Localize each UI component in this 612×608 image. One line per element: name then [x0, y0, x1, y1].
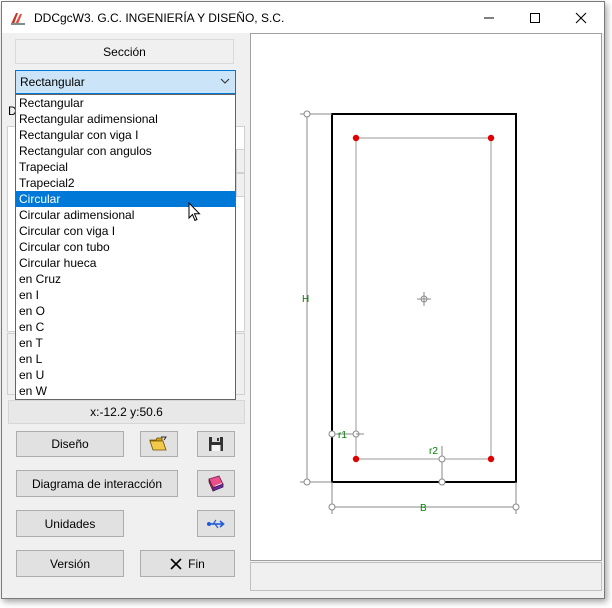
dropdown-item[interactable]: Circular hueca	[16, 255, 235, 271]
dropdown-item[interactable]: Rectangular adimensional	[16, 111, 235, 127]
book-icon	[208, 475, 224, 492]
dropdown-item[interactable]: Circular	[16, 191, 235, 207]
section-drawing-canvas[interactable]: H B r1 r2	[250, 33, 602, 561]
title-bar: DDCgcW3. G.C. INGENIERÍA Y DISEÑO, S.C.	[2, 2, 604, 33]
combo-value: Rectangular	[20, 75, 85, 89]
dropdown-item[interactable]: en T	[16, 335, 235, 351]
dimension-r2	[438, 446, 446, 486]
save-button[interactable]	[197, 431, 235, 457]
floppy-save-icon	[209, 437, 223, 451]
label-h: H	[302, 294, 309, 305]
book-button[interactable]	[197, 470, 235, 497]
section-dropdown-list[interactable]: Rectangular Rectangular adimensional Recta…	[15, 94, 236, 400]
open-folder-icon	[149, 436, 167, 451]
section-header: Sección	[15, 39, 234, 64]
window-title: DDCgcW3. G.C. INGENIERÍA Y DISEÑO, S.C.	[34, 10, 285, 25]
minimize-icon	[484, 17, 494, 18]
open-button[interactable]	[140, 431, 178, 457]
maximize-button[interactable]	[512, 2, 558, 33]
x-close-icon	[170, 557, 182, 570]
section-drawing: H B r1 r2	[300, 110, 520, 514]
fin-label: Fin	[188, 556, 205, 571]
app-window: DDCgcW3. G.C. INGENIERÍA Y DISEÑO, S.C. …	[1, 1, 605, 599]
label-r1: r1	[338, 430, 347, 441]
label-r2: r2	[429, 446, 438, 457]
rebar-top-left	[352, 134, 360, 142]
version-button[interactable]: Versión	[16, 550, 124, 577]
dropdown-item[interactable]: Circular con viga I	[16, 223, 235, 239]
rebar-top-right	[487, 134, 495, 142]
dropdown-item[interactable]: Rectangular con viga I	[16, 127, 235, 143]
close-icon	[575, 12, 587, 23]
dropdown-item[interactable]: Rectangular	[16, 95, 235, 111]
dropdown-item[interactable]: Circular adimensional	[16, 207, 235, 223]
dropdown-item[interactable]: en L	[16, 351, 235, 367]
dropdown-item[interactable]: Rectangular con angulos	[16, 143, 235, 159]
dropdown-item[interactable]: Trapecial	[16, 159, 235, 175]
rebar-bottom-left	[352, 455, 360, 463]
section-type-combo[interactable]: Rectangular	[15, 70, 236, 94]
centroid-crosshair	[417, 292, 431, 306]
fin-button[interactable]: Fin	[140, 550, 235, 577]
coordinates-readout: x:-12.2 y:50.6	[8, 400, 245, 424]
usb-arrows-icon	[207, 519, 225, 528]
dropdown-item[interactable]: en U	[16, 367, 235, 383]
dropdown-item[interactable]: Trapecial2	[16, 175, 235, 191]
status-strip	[250, 562, 602, 591]
rebar-bottom-right	[487, 455, 495, 463]
chevron-down-icon	[220, 78, 230, 84]
hidden-frag-1	[236, 149, 245, 173]
dropdown-item[interactable]: en Cruz	[16, 271, 235, 287]
dropdown-item[interactable]: en W	[16, 383, 235, 399]
diseno-button[interactable]: Diseño	[16, 431, 124, 457]
minimize-button[interactable]	[466, 2, 512, 33]
hidden-frag-2	[236, 173, 245, 197]
close-button[interactable]	[558, 2, 604, 33]
left-panel: Sección Rectangular D Rectangular Rectang…	[2, 33, 249, 598]
units-convert-button[interactable]	[197, 510, 235, 537]
ddc-app-icon	[11, 12, 25, 25]
dropdown-item[interactable]: en O	[16, 303, 235, 319]
label-b: B	[420, 503, 427, 514]
maximize-icon	[530, 12, 540, 23]
dropdown-item[interactable]: en I	[16, 287, 235, 303]
dropdown-item[interactable]: en C	[16, 319, 235, 335]
mouse-pointer-icon	[188, 202, 201, 222]
unidades-button[interactable]: Unidades	[16, 510, 124, 537]
dropdown-item[interactable]: Circular con tubo	[16, 239, 235, 255]
diagrama-interaccion-button[interactable]: Diagrama de interacción	[16, 470, 178, 497]
